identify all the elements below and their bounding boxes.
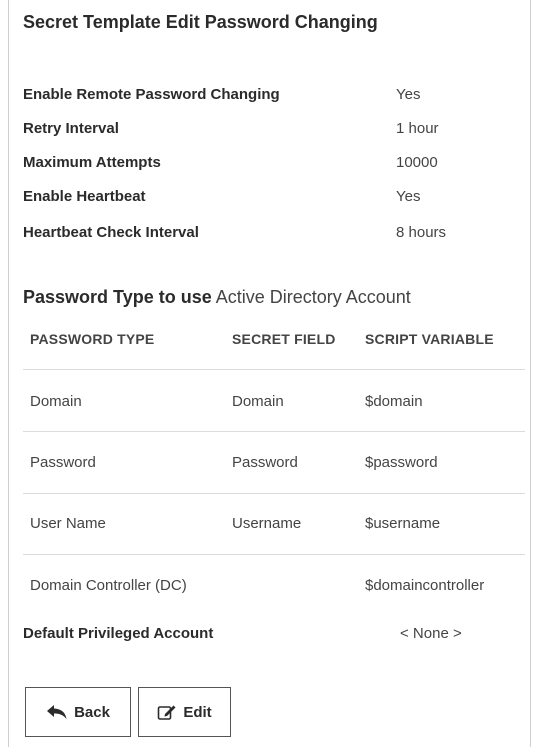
setting-label: Heartbeat Check Interval <box>23 224 199 241</box>
cell-password-type: Password <box>30 454 96 471</box>
setting-label: Maximum Attempts <box>23 154 161 171</box>
back-button-label: Back <box>74 703 110 721</box>
setting-value: 8 hours <box>396 224 447 241</box>
password-type-value: Active Directory Account <box>215 287 411 307</box>
row-divider <box>23 554 525 555</box>
cell-password-type: Domain <box>30 393 82 410</box>
cell-secret-field: Username <box>232 515 302 532</box>
setting-heartbeat-interval: Heartbeat Check Interval 8 hours <box>23 224 503 246</box>
row-divider <box>23 431 525 432</box>
cell-secret-field: Password <box>232 454 298 471</box>
setting-value: 10000 <box>396 154 438 171</box>
cell-password-type: User Name <box>30 515 106 532</box>
column-header-script-variable: SCRIPT VARIABLE <box>365 331 494 347</box>
default-account-value: < None > <box>400 625 462 642</box>
edit-button[interactable]: Edit <box>138 687 231 737</box>
setting-enable-heartbeat: Enable Heartbeat Yes <box>23 188 503 210</box>
default-account-label: Default Privileged Account <box>23 625 214 642</box>
pencil-square-icon <box>157 703 177 721</box>
row-divider <box>23 493 525 494</box>
reply-arrow-icon <box>46 704 68 720</box>
cell-script-variable: $password <box>365 454 438 471</box>
password-type-label: Password Type to use <box>23 287 212 307</box>
cell-password-type: Domain Controller (DC) <box>30 577 187 594</box>
page-title: Secret Template Edit Password Changing <box>23 12 378 32</box>
back-button[interactable]: Back <box>25 687 131 737</box>
column-header-secret-field: SECRET FIELD <box>232 331 336 347</box>
setting-value: Yes <box>396 188 421 205</box>
password-type-heading: Password Type to use Active Directory Ac… <box>23 287 411 308</box>
setting-label: Enable Remote Password Changing <box>23 86 280 103</box>
setting-enable-rpc: Enable Remote Password Changing Yes <box>23 86 503 108</box>
setting-label: Retry Interval <box>23 120 119 137</box>
cell-script-variable: $domain <box>365 393 423 410</box>
setting-value: Yes <box>396 86 421 103</box>
setting-value: 1 hour <box>396 120 439 137</box>
setting-label: Enable Heartbeat <box>23 188 146 205</box>
edit-button-label: Edit <box>183 703 212 721</box>
cell-secret-field: Domain <box>232 393 284 410</box>
column-header-password-type: PASSWORD TYPE <box>30 331 155 347</box>
cell-script-variable: $username <box>365 515 441 532</box>
row-divider <box>23 369 525 370</box>
cell-script-variable: $domaincontroller <box>365 577 485 594</box>
setting-retry-interval: Retry Interval 1 hour <box>23 120 503 142</box>
setting-maximum-attempts: Maximum Attempts 10000 <box>23 154 503 176</box>
